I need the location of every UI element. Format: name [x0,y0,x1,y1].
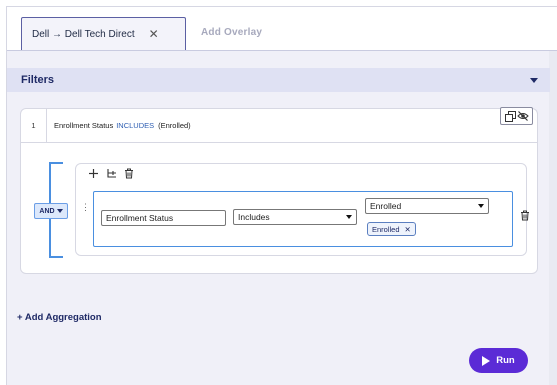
play-icon [482,355,491,366]
add-aggregation-link[interactable]: + Add Aggregation [17,312,102,323]
row-index: 1 [21,108,47,143]
run-button[interactable]: Run [469,348,528,373]
operator-select[interactable]: Includes [233,209,357,225]
trash-icon[interactable] [520,210,530,221]
chip-label: Enrolled [372,224,400,234]
eye-off-icon[interactable] [516,111,529,121]
row-actions [500,107,533,125]
condition-row: Enrollment Status Includes Enrolled Enro… [93,191,529,247]
field-input[interactable]: Enrollment Status [101,210,226,226]
filter-panel: 1 Enrollment Status INCLUDES (Enrolled) … [20,107,538,274]
value-chip: Enrolled ✕ [367,222,416,236]
summary-value: (Enrolled) [158,121,191,130]
chevron-down-icon [346,215,352,219]
run-label: Run [496,355,515,366]
filters-header[interactable]: Filters [7,68,550,92]
scrollbar[interactable] [549,51,557,385]
trash-icon[interactable] [124,168,134,179]
chevron-down-icon [478,204,484,208]
value-select[interactable]: Enrolled [365,198,489,214]
summary-field: Enrollment Status [54,121,114,130]
filter-summary-row[interactable]: 1 Enrollment Status INCLUDES (Enrolled) [21,108,537,143]
branch-icon[interactable] [106,168,117,179]
close-icon[interactable]: ✕ [405,225,411,234]
tab-label: Dell → Dell Tech Direct [32,28,135,40]
value-selected: Enrolled [370,201,402,211]
query-builder: Dell → Dell Tech Direct ✕ Add Overlay Fi… [6,6,557,385]
tab-dell-tech-direct[interactable]: Dell → Dell Tech Direct ✕ [21,17,186,50]
chevron-down-icon [56,209,63,213]
logic-label: AND [39,207,55,215]
operator-value: Includes [238,212,270,222]
filters-title: Filters [21,74,55,86]
close-icon[interactable]: ✕ [149,27,159,41]
tab-bar: Dell → Dell Tech Direct ✕ Add Overlay [7,7,557,51]
chevron-down-icon[interactable] [530,77,538,83]
logic-operator-dropdown[interactable]: AND [34,203,68,219]
plus-icon[interactable] [88,168,99,179]
copy-icon[interactable] [504,110,516,122]
summary-operator: INCLUDES [116,121,155,130]
add-overlay-tab[interactable]: Add Overlay [201,27,262,38]
condition-group: ⋮⋮ Enrollment Status Includes Enrolled E… [75,163,529,256]
